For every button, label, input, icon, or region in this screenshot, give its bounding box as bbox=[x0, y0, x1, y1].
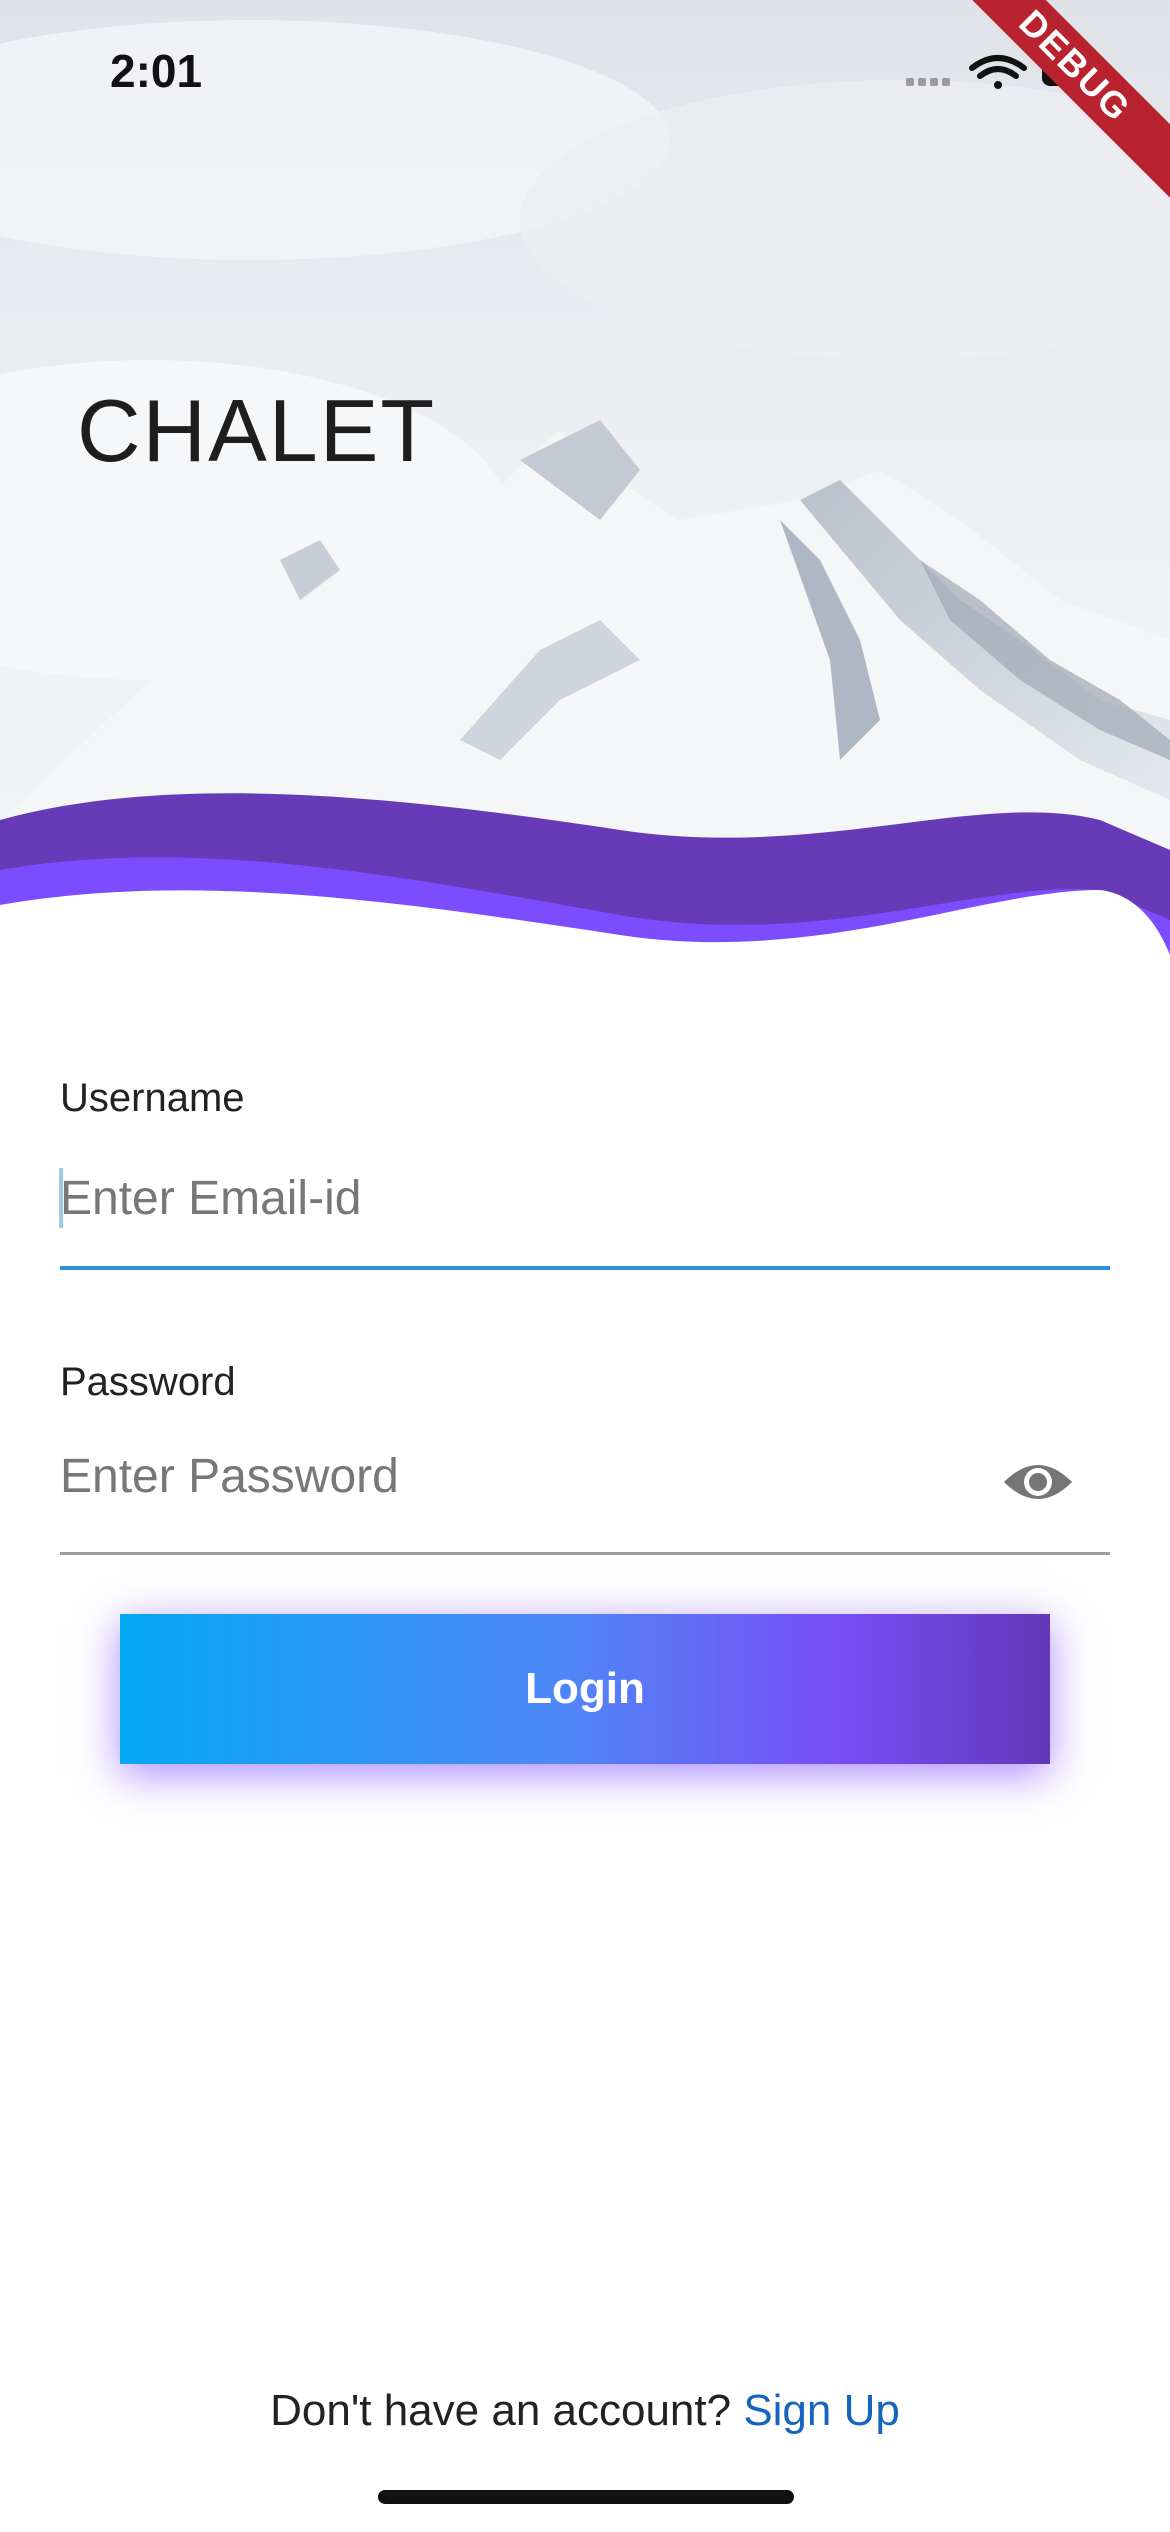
wifi-icon bbox=[969, 55, 1027, 89]
header-hero: CHALET bbox=[0, 0, 1170, 960]
signup-link[interactable]: Sign Up bbox=[743, 2386, 900, 2435]
username-label: Username bbox=[60, 1076, 245, 1120]
username-input[interactable] bbox=[60, 1158, 1110, 1238]
signup-prompt-text: Don't have an account? bbox=[270, 2386, 744, 2435]
app-title: CHALET bbox=[77, 381, 437, 480]
username-underline-focused bbox=[60, 1266, 1110, 1270]
eye-icon[interactable] bbox=[1002, 1454, 1074, 1510]
password-label: Password bbox=[60, 1360, 236, 1404]
status-time: 2:01 bbox=[110, 45, 203, 97]
signup-prompt: Don't have an account? Sign Up bbox=[0, 2386, 1170, 2436]
password-input[interactable] bbox=[60, 1436, 990, 1516]
cellular-dots-icon bbox=[906, 78, 950, 86]
login-button[interactable]: Login bbox=[120, 1614, 1050, 1764]
login-screen: CHALET 2:01 DEBUG Username Password bbox=[0, 0, 1170, 2532]
home-indicator[interactable] bbox=[378, 2490, 794, 2504]
password-underline bbox=[60, 1552, 1110, 1555]
